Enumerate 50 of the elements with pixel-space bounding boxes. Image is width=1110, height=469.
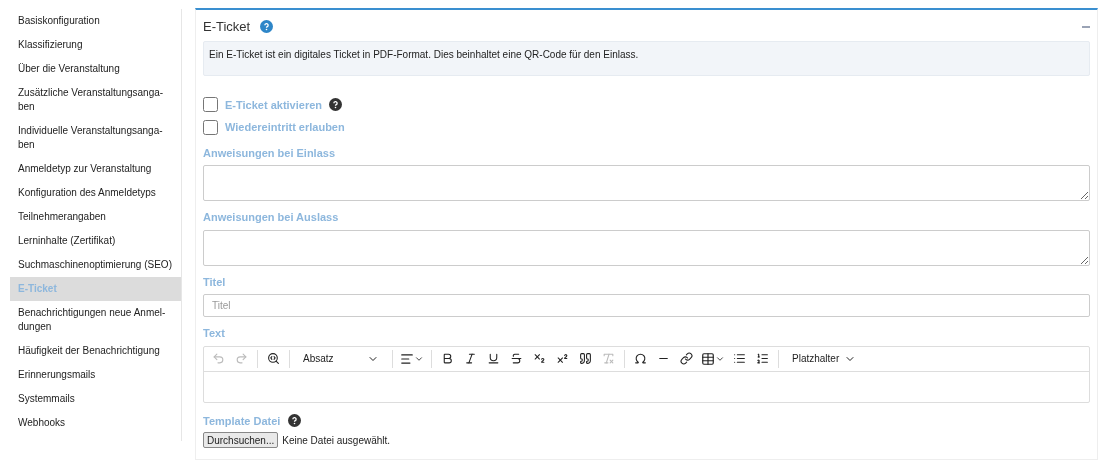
strikethrough-icon xyxy=(510,352,523,365)
underline-icon xyxy=(487,352,500,365)
italic-icon xyxy=(464,352,477,365)
numbered-list-icon xyxy=(756,352,769,365)
sidebar-item[interactable]: Basiskonfiguration xyxy=(10,9,181,33)
sidebar-item[interactable]: Anmeldetyp zur Veranstaltung xyxy=(10,157,181,181)
clear-format-icon xyxy=(602,352,615,365)
sidebar-item[interactable]: Individuelle Veranstaltungsanga- ben xyxy=(10,119,181,157)
quote-icon xyxy=(579,352,592,365)
info-box: Ein E-Ticket ist ein digitales Ticket in PDF-Format. Dies beinhaltet eine QR-Code für den Einlass. xyxy=(203,40,1090,76)
bold-icon xyxy=(441,352,454,365)
sidebar-item[interactable]: Lerninhalte (Zertifikat) xyxy=(10,229,181,253)
sidebar-item[interactable]: Zusätzliche Veranstaltungsanga- ben xyxy=(10,81,181,119)
bullet-list-icon xyxy=(733,352,746,365)
sidebar-item[interactable]: Systemmails xyxy=(10,387,181,411)
redo-icon xyxy=(235,352,248,365)
sidebar-item[interactable]: Webhooks xyxy=(10,411,181,435)
sidebar-item[interactable]: Über die Veranstaltung xyxy=(10,57,181,81)
panel-title: E-Ticket xyxy=(203,18,251,36)
sidebar-item[interactable]: Teilnehmerangaben xyxy=(10,205,181,229)
sidebar-item[interactable]: Klassifizierung xyxy=(10,33,181,57)
align-icon xyxy=(400,351,414,366)
subscript-icon xyxy=(533,352,546,365)
help-icon[interactable] xyxy=(329,98,342,112)
sidebar-item[interactable]: Benachrichtigungen neue Anmel- dungen xyxy=(10,301,181,339)
sidebar-item[interactable]: Erinnerungsmails xyxy=(10,363,181,387)
field-label: Text xyxy=(203,326,226,341)
link-icon xyxy=(680,352,693,365)
checkbox[interactable] xyxy=(203,119,218,135)
title-input[interactable]: Titel xyxy=(203,294,1090,317)
field-label: Template Datei xyxy=(203,413,281,429)
omega-icon xyxy=(634,352,647,365)
file-status: Keine Datei ausgewählt. xyxy=(282,433,391,448)
browse-button[interactable]: Durchsuchen... xyxy=(203,432,279,448)
field-label: Titel xyxy=(203,274,227,290)
sidebar-item[interactable]: Konfiguration des Anmeldetyps xyxy=(10,181,181,205)
checkbox-label: Wiedereintritt erlauben xyxy=(225,120,345,135)
field-label: Anweisungen bei Einlass xyxy=(203,145,337,161)
format-select[interactable]: Absatz xyxy=(295,348,387,369)
sidebar-item[interactable]: Häufigkeit der Benachrichtigung xyxy=(10,339,181,363)
checkbox[interactable] xyxy=(203,97,218,113)
table-icon xyxy=(701,351,715,366)
placeholder-select[interactable]: Platzhalter xyxy=(784,348,864,369)
field-label: Anweisungen bei Auslass xyxy=(203,210,340,225)
help-icon[interactable] xyxy=(288,414,302,428)
sidebar-item[interactable]: Suchmaschinenoptimierung (SEO) xyxy=(10,253,181,277)
undo-icon xyxy=(212,352,225,365)
search-icon xyxy=(267,352,280,365)
superscript-icon xyxy=(556,352,569,365)
checkbox-label: E-Ticket aktivieren xyxy=(225,97,322,113)
